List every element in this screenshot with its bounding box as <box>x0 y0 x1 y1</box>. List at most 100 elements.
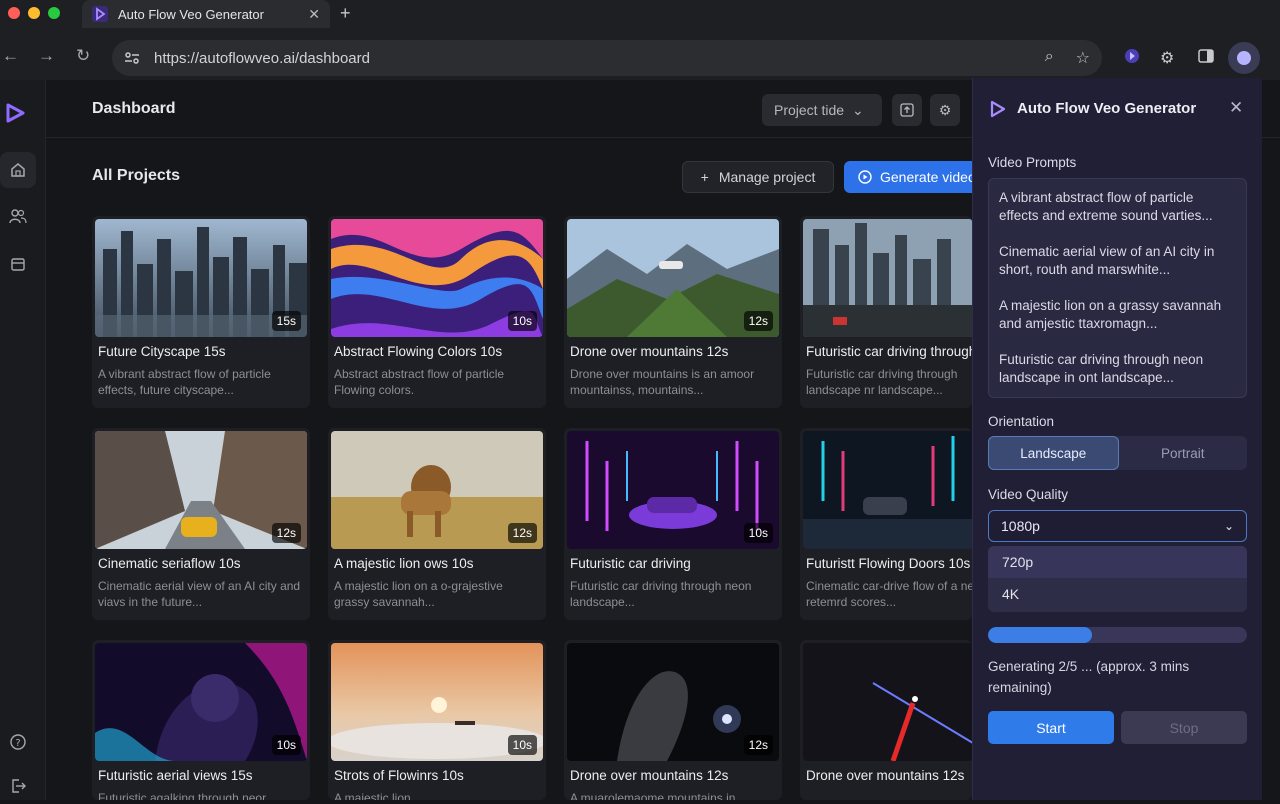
users-nav-item[interactable] <box>0 198 36 234</box>
project-description: Futuristic agalking through neor <box>98 791 267 800</box>
project-thumbnail: 10s <box>95 643 307 761</box>
project-name: Futuristic car driving through <box>806 344 972 359</box>
project-thumbnail <box>803 643 972 761</box>
generation-status: Generating 2/5 ... (approx. 3 mins remai… <box>988 659 1190 695</box>
nav-bar: ← → ↻ https://autoflowveo.ai/dashboard ⌕… <box>0 36 1280 80</box>
help-nav-item[interactable]: ? <box>0 724 36 760</box>
video-prompts-textarea[interactable]: A vibrant abstract flow of particle effe… <box>988 178 1247 398</box>
project-thumbnail: 12s <box>567 219 779 337</box>
upload-icon <box>900 103 914 117</box>
tab-bar: Auto Flow Veo Generator ✕ + <box>0 0 1280 28</box>
project-description: Cinematic car-drive flow of a neori-rete… <box>806 579 972 609</box>
project-description: Abstract abstract flow of particle Flowi… <box>334 367 505 397</box>
project-name: Futuristic car driving <box>570 556 691 571</box>
logout-nav-item[interactable] <box>0 768 36 804</box>
project-card[interactable]: Drone over mountains 12s <box>800 640 972 800</box>
project-card[interactable]: 12s Drone over mountains 12s Drone over … <box>564 216 782 408</box>
generate-video-button[interactable]: Generate video <box>844 161 984 193</box>
project-description: Cinematic aerial view of an AI city and … <box>98 579 301 609</box>
close-window-button[interactable] <box>8 7 20 19</box>
quality-select[interactable]: 1080p ⌄ <box>988 510 1247 542</box>
close-icon[interactable]: ✕ <box>1229 98 1243 118</box>
stop-button[interactable]: Stop <box>1121 711 1247 744</box>
orientation-label: Orientation <box>988 414 1055 429</box>
archive-icon <box>11 258 25 271</box>
project-select[interactable]: Project tide ⌄ <box>762 94 882 126</box>
bookmark-star-icon[interactable]: ☆ <box>1076 48 1090 68</box>
project-card[interactable]: 12s Drone over mountains 12s A muarolema… <box>564 640 782 800</box>
project-card[interactable]: 10s Futuristic car driving Futuristic ca… <box>564 428 782 620</box>
project-name: Futuristic aerial views 15s <box>98 768 253 783</box>
portrait-option[interactable]: Portrait <box>1119 436 1248 470</box>
panel-title: Auto Flow Veo Generator <box>1017 100 1197 117</box>
project-card[interactable]: 10s Abstract Flowing Colors 10s Abstract… <box>328 216 546 408</box>
project-card[interactable]: 10s Futuristic aerial views 15s Futurist… <box>92 640 310 800</box>
logout-icon <box>12 779 26 793</box>
project-card[interactable]: 15s Future Cityscape 15s A vibrant abstr… <box>92 216 310 408</box>
quality-options: 720p 4K <box>988 546 1247 612</box>
home-icon <box>11 163 25 177</box>
upload-button[interactable] <box>892 94 922 126</box>
orientation-toggle: Landscape Portrait <box>988 436 1247 470</box>
project-card[interactable]: 10s Strots of Flowinrs 10s A majestic li… <box>328 640 546 800</box>
users-icon <box>9 209 27 224</box>
duration-badge: 12s <box>743 311 773 331</box>
project-card[interactable]: 12s A majestic lion ows 10s A majestic l… <box>328 428 546 620</box>
project-name: Abstract Flowing Colors 10s <box>334 344 503 359</box>
side-panel-icon[interactable] <box>1198 48 1214 64</box>
address-bar[interactable]: https://autoflowveo.ai/dashboard ⌕ ☆ <box>112 40 1102 76</box>
project-description: Drone over mountains is an amoor mountai… <box>570 367 755 397</box>
duration-badge: 10s <box>507 311 537 331</box>
duration-badge: 10s <box>271 735 301 755</box>
maximize-window-button[interactable] <box>48 7 60 19</box>
minimize-window-button[interactable] <box>28 7 40 19</box>
project-thumbnail <box>803 219 972 337</box>
app-logo-icon <box>6 103 25 123</box>
manage-project-label: Manage project <box>718 169 816 185</box>
home-nav-item[interactable] <box>0 152 36 188</box>
quality-option[interactable]: 720p <box>988 546 1247 578</box>
url-text: https://autoflowveo.ai/dashboard <box>154 49 370 67</box>
help-icon: ? <box>10 734 26 750</box>
project-description: Futuristic car driving through neon land… <box>570 579 752 609</box>
close-tab-icon[interactable]: ✕ <box>308 6 320 23</box>
generation-progress-bar <box>988 627 1247 643</box>
browser-chrome: Auto Flow Veo Generator ✕ + ← → ↻ https:… <box>0 0 1280 80</box>
project-name: A majestic lion ows 10s <box>334 556 474 571</box>
address-bar-actions: ⌕ ☆ <box>1045 48 1090 68</box>
project-card[interactable]: Futuristt Flowing Doors 10s Cinematic ca… <box>800 428 972 620</box>
forward-icon[interactable]: → <box>38 46 55 66</box>
project-thumbnail: 12s <box>95 431 307 549</box>
project-thumbnail: 10s <box>567 431 779 549</box>
duration-badge: 12s <box>507 523 537 543</box>
extension-panel: Auto Flow Veo Generator ✕ Video Prompts … <box>972 78 1262 800</box>
project-name: Future Cityscape 15s <box>98 344 226 359</box>
reload-icon[interactable]: ↻ <box>76 46 90 66</box>
new-tab-button[interactable]: + <box>340 3 351 24</box>
extension-icon[interactable] <box>1124 48 1140 64</box>
archive-nav-item[interactable] <box>0 246 36 282</box>
duration-badge: 10s <box>507 735 537 755</box>
browser-tab[interactable]: Auto Flow Veo Generator ✕ <box>82 0 330 28</box>
project-card[interactable]: Futuristic car driving through Futuristi… <box>800 216 972 408</box>
profile-avatar[interactable] <box>1228 42 1260 74</box>
landscape-option[interactable]: Landscape <box>988 436 1119 470</box>
back-icon[interactable]: ← <box>2 46 19 66</box>
manage-project-button[interactable]: + Manage project <box>682 161 834 193</box>
plus-icon: + <box>700 169 709 185</box>
extensions-gear-icon[interactable]: ⚙ <box>1160 48 1174 68</box>
site-settings-icon[interactable] <box>124 51 140 65</box>
section-title: All Projects <box>92 167 181 184</box>
project-name: Strots of Flowinrs 10s <box>334 768 464 783</box>
start-button[interactable]: Start <box>988 711 1114 744</box>
zoom-icon[interactable]: ⌕ <box>1045 48 1054 68</box>
left-rail: ? <box>0 80 46 800</box>
settings-button[interactable]: ⚙ <box>930 94 960 126</box>
play-logo-icon <box>990 100 1006 118</box>
chevron-down-icon: ⌄ <box>1223 519 1234 533</box>
project-card[interactable]: 12s Cinematic seriaflow 10s Cinematic ae… <box>92 428 310 620</box>
play-circle-icon <box>858 170 872 184</box>
duration-badge: 12s <box>743 735 773 755</box>
chevron-down-icon: ⌄ <box>852 101 864 118</box>
quality-option[interactable]: 4K <box>988 578 1247 610</box>
